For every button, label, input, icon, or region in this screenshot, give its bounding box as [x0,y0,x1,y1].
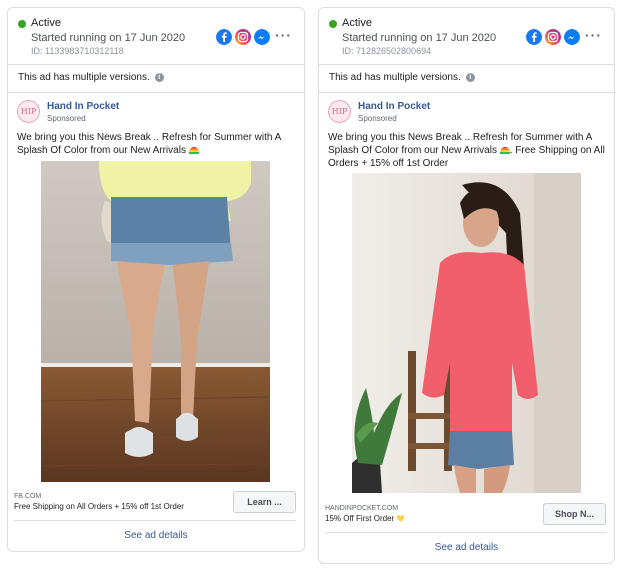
divider [8,64,304,65]
rainbow-emoji-icon [188,147,199,154]
more-options-icon[interactable]: ··· [585,28,602,42]
divider [319,64,614,65]
instagram-icon [545,29,561,45]
active-status-dot [329,20,337,28]
ad-card: Active Started running on 17 Jun 2020 ID… [318,7,615,564]
divider [14,520,296,521]
divider [325,532,606,533]
ad-image[interactable] [352,173,581,493]
more-options-icon[interactable]: ··· [275,28,292,42]
learn-more-button[interactable]: Learn ... [233,491,296,513]
started-running-text: Started running on 17 Jun 2020 [342,32,497,44]
divider [8,92,304,93]
cta-description-text: 15% Off First Order [325,514,395,523]
facebook-icon [216,29,232,45]
started-running-text: Started running on 17 Jun 2020 [31,32,186,44]
info-icon[interactable]: i [154,73,164,82]
facebook-icon [526,29,542,45]
platform-icons [216,29,270,45]
rainbow-emoji-icon [499,147,510,154]
ad-image-photo [41,161,270,482]
cta-domain: HANDINPOCKET.COM [325,505,399,512]
ad-id: ID: 1133983710312118 [31,46,124,56]
ad-body-copy: We bring you this News Break .. Refresh … [17,132,281,156]
cta-description: Free Shipping on All Orders + 15% off 1s… [14,502,184,511]
instagram-icon [235,29,251,45]
see-ad-details-link[interactable]: See ad details [319,542,614,553]
advertiser-avatar[interactable]: HIP [17,100,40,123]
messenger-icon [564,29,580,45]
ad-body-text: We bring you this News Break .. Refresh … [17,131,297,157]
ad-card: Active Started running on 17 Jun 2020 ID… [7,7,305,552]
info-icon[interactable]: i [465,73,475,82]
divider [319,92,614,93]
see-ad-details-link[interactable]: See ad details [8,530,304,541]
ad-card-header: Active Started running on 17 Jun 2020 ID… [319,8,614,64]
ad-body-text: We bring you this News Break .. Refresh … [328,131,608,170]
advertiser-name-link[interactable]: Hand In Pocket [358,101,430,112]
platform-icons [526,29,580,45]
advertiser-avatar[interactable]: HIP [328,100,351,123]
ad-card-header: Active Started running on 17 Jun 2020 ID… [8,8,304,64]
cta-domain: FB.COM [14,493,42,500]
multiple-versions-note: This ad has multiple versions. i [18,72,164,83]
ad-image-photo [352,173,581,493]
yellow-heart-icon [396,515,405,522]
sponsored-label: Sponsored [358,114,397,123]
messenger-icon [254,29,270,45]
active-status-dot [18,20,26,28]
multiple-versions-text: This ad has multiple versions. [18,72,150,83]
shop-now-button[interactable]: Shop N... [543,503,606,525]
sponsored-label: Sponsored [47,114,86,123]
multiple-versions-text: This ad has multiple versions. [329,72,461,83]
ad-id: ID: 712826502800694 [342,46,432,56]
multiple-versions-note: This ad has multiple versions. i [329,72,475,83]
status-label: Active [342,17,372,29]
status-label: Active [31,17,61,29]
ad-image[interactable] [41,161,270,482]
cta-description: 15% Off First Order [325,514,405,523]
advertiser-name-link[interactable]: Hand In Pocket [47,101,119,112]
